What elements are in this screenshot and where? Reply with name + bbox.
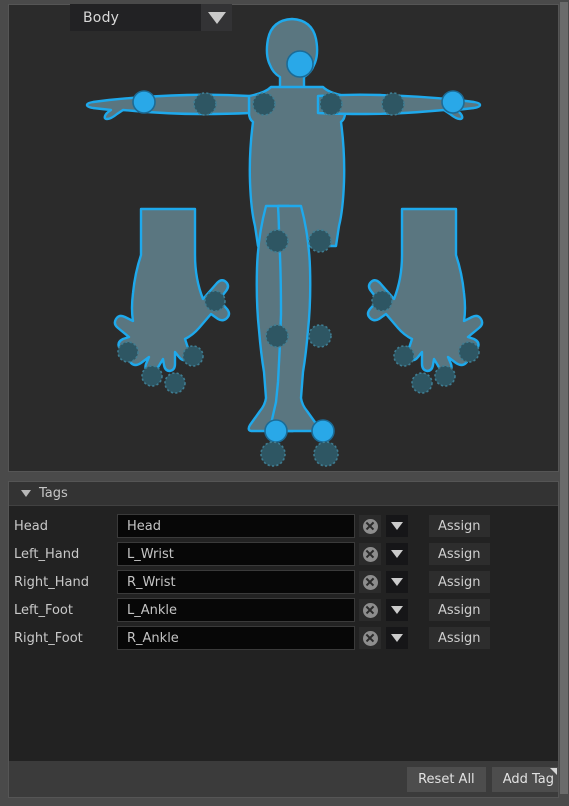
tag-value-input[interactable]: L_Ankle [117,598,355,622]
chevron-down-icon [391,634,403,642]
tag-row-label: Right_Hand [14,574,89,590]
add-tag-button[interactable]: Add Tag [491,766,558,792]
app-window: .fig { fill:#5a7680; stroke:#1ea9ec; str… [0,0,569,806]
joint-left-elbow[interactable] [193,92,217,116]
tag-assign-button[interactable]: Assign [429,515,490,537]
figure-right-hand[interactable] [366,207,484,394]
joint-left-knee[interactable] [265,324,289,348]
reset-all-button[interactable]: Reset All [407,766,486,792]
tag-row: Left_Foot L_Ankle Assign [9,596,558,624]
tag-row: Left_Hand L_Wrist Assign [9,540,558,568]
joint-right-knee[interactable] [308,324,332,348]
tag-dropdown-button[interactable] [386,571,408,593]
tags-panel-header[interactable]: Tags [9,482,558,506]
triangle-down-icon[interactable] [21,490,31,497]
tags-rows: Head Head Assign Left_Hand L_Wrist Assig… [9,506,558,652]
tag-value-input[interactable]: R_Wrist [117,570,355,594]
tag-assign-button[interactable]: Assign [429,627,490,649]
chevron-down-icon [391,578,403,586]
body-selector-dropdown-button[interactable] [201,4,232,31]
tag-row-label: Left_Foot [14,602,73,618]
tag-clear-button[interactable] [359,543,381,565]
tag-assign-button[interactable]: Assign [429,571,490,593]
tag-row-label: Right_Foot [14,630,83,646]
joint-left-shoulder[interactable] [252,92,276,116]
tag-assign-button[interactable]: Assign [429,599,490,621]
joint-left-foot[interactable] [260,441,286,467]
chevron-down-icon [391,550,403,558]
tags-panel-title: Tags [39,486,68,501]
vertical-scrollbar[interactable] [559,0,569,806]
joint-right-shoulder[interactable] [319,92,343,116]
joint-left-ankle[interactable] [264,419,288,443]
tag-row: Right_Foot R_Ankle Assign [9,624,558,652]
add-tag-label: Add Tag [502,771,554,787]
joint-right-foot[interactable] [313,441,339,467]
body-rig-viewport[interactable]: .fig { fill:#5a7680; stroke:#1ea9ec; str… [8,4,559,472]
joint-lh-index[interactable] [117,341,139,363]
tag-clear-button[interactable] [359,599,381,621]
figure-left-hand[interactable] [113,207,231,394]
tag-dropdown-button[interactable] [386,627,408,649]
joint-right-wrist[interactable] [441,90,465,114]
tag-clear-button[interactable] [359,627,381,649]
chevron-down-icon [391,522,403,530]
joint-right-elbow[interactable] [381,92,405,116]
tag-row: Head Head Assign [9,512,558,540]
tag-clear-button[interactable] [359,515,381,537]
clear-circle-x-icon [362,574,378,590]
tag-value-input[interactable]: Head [117,514,355,538]
body-selector-value[interactable]: Body [70,4,201,31]
joint-head[interactable] [286,50,314,78]
tag-row-label: Head [14,518,48,534]
joint-right-hip[interactable] [308,229,332,253]
joint-right-ankle[interactable] [311,419,335,443]
joint-rh-index[interactable] [458,341,480,363]
clear-circle-x-icon [362,630,378,646]
body-rig-figure[interactable]: .fig { fill:#5a7680; stroke:#1ea9ec; str… [9,5,558,471]
clear-circle-x-icon [362,518,378,534]
joint-rh-ring[interactable] [411,372,433,394]
body-selector[interactable]: Body [70,4,232,31]
tag-dropdown-button[interactable] [386,599,408,621]
tag-clear-button[interactable] [359,571,381,593]
joint-lh-thumb[interactable] [204,290,226,312]
joint-lh-middle[interactable] [141,365,163,387]
chevron-down-icon [391,606,403,614]
joint-rh-pinky[interactable] [393,345,415,367]
tags-panel: Tags Head Head Assign Left_Hand L_Wrist … [8,481,559,761]
joint-left-wrist[interactable] [132,90,156,114]
scrollbar-thumb[interactable] [560,2,568,794]
joint-lh-pinky[interactable] [182,345,204,367]
joint-left-hip[interactable] [265,229,289,253]
tag-value-input[interactable]: L_Wrist [117,542,355,566]
clear-circle-x-icon [362,546,378,562]
joint-rh-middle[interactable] [434,365,456,387]
tag-row: Right_Hand R_Wrist Assign [9,568,558,596]
tag-value-input[interactable]: R_Ankle [117,626,355,650]
clear-circle-x-icon [362,602,378,618]
corner-triangle-icon[interactable] [550,767,557,782]
tag-dropdown-button[interactable] [386,543,408,565]
tag-dropdown-button[interactable] [386,515,408,537]
tag-assign-button[interactable]: Assign [429,543,490,565]
tag-row-label: Left_Hand [14,546,80,562]
joint-rh-thumb[interactable] [371,290,393,312]
bottom-action-bar: Reset All Add Tag [8,761,559,798]
chevron-down-icon [207,11,226,24]
joint-lh-ring[interactable] [164,372,186,394]
